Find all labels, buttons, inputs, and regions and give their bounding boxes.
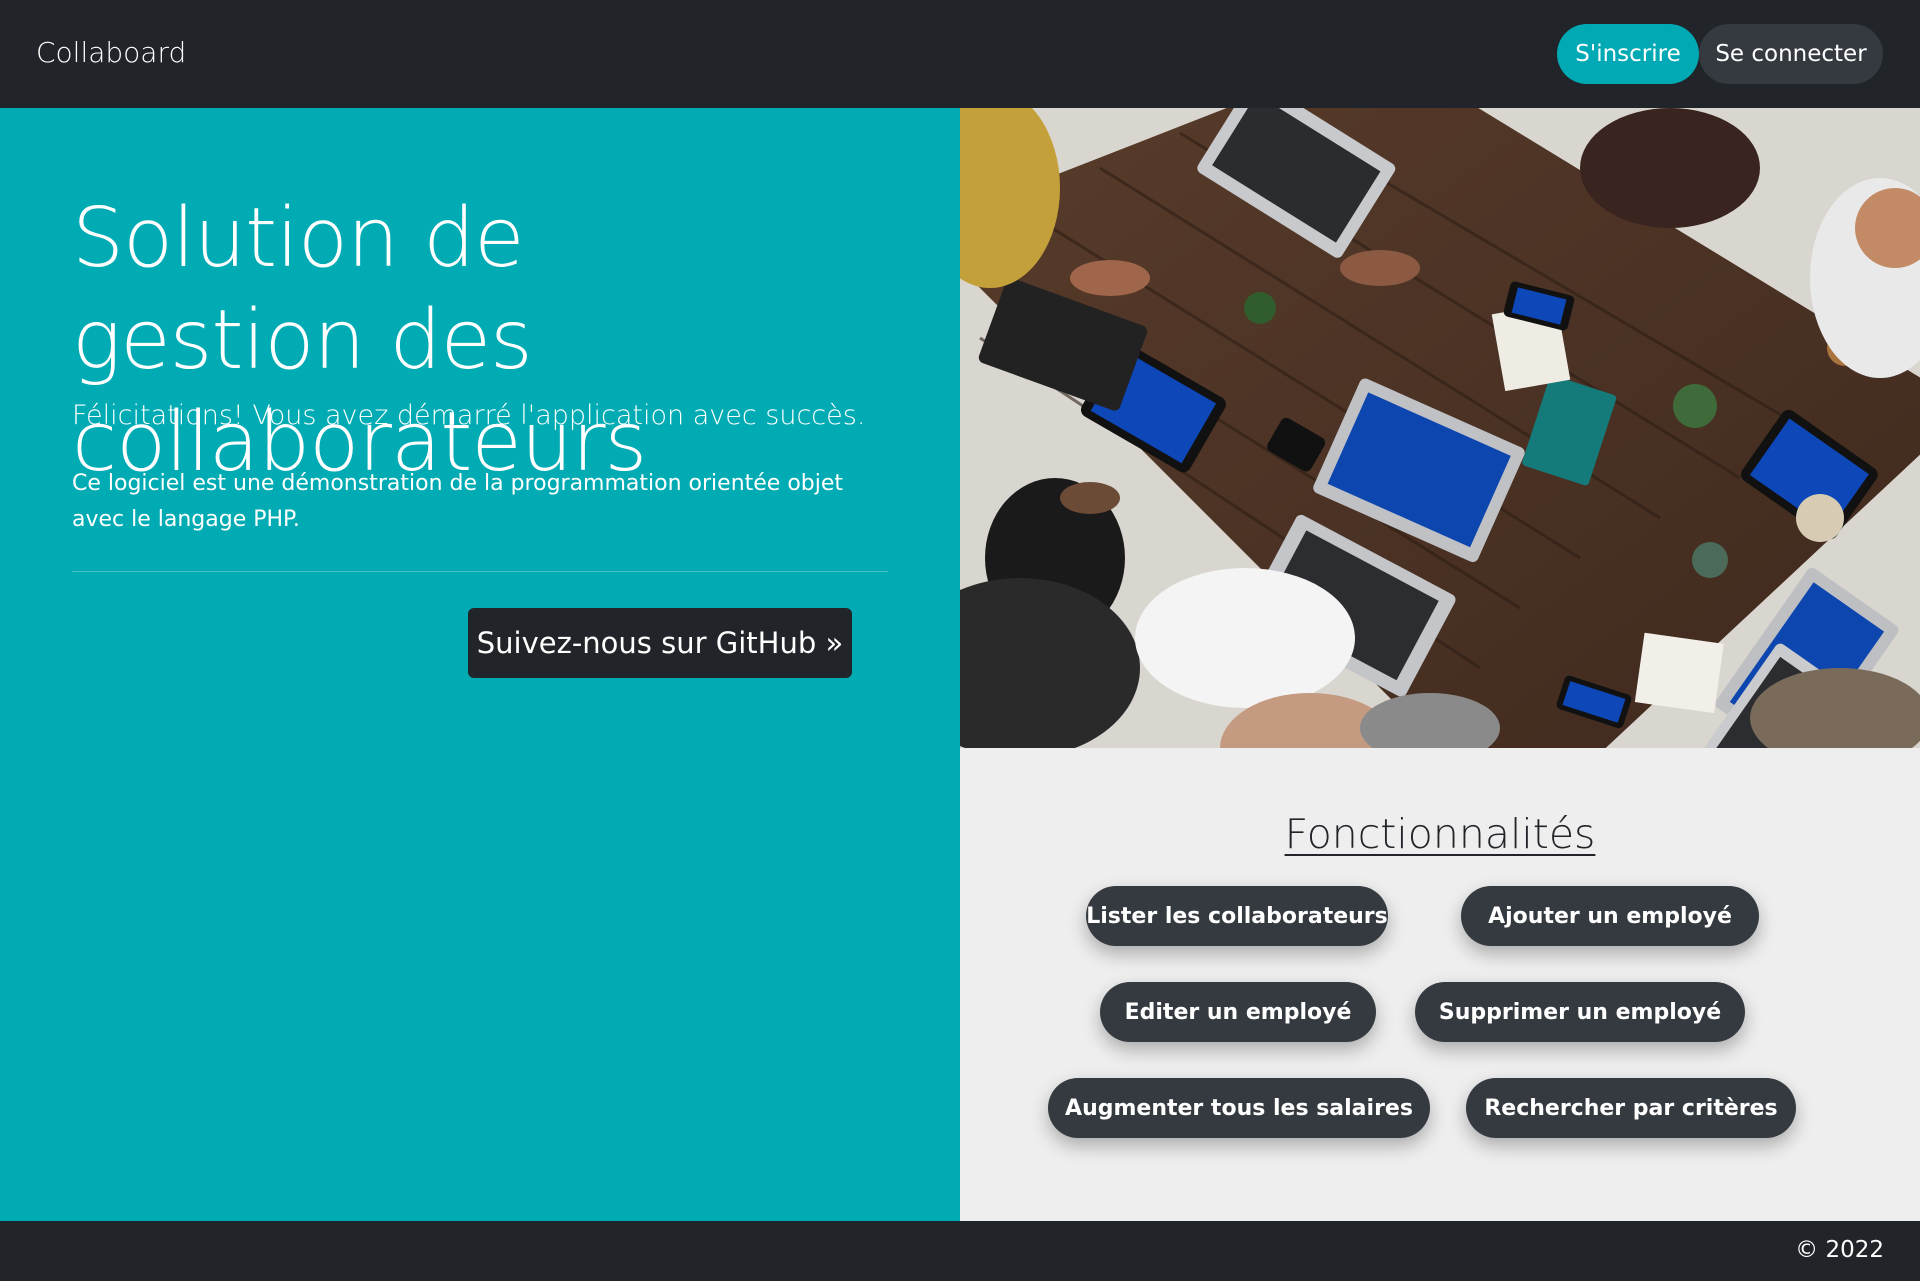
login-button[interactable]: Se connecter <box>1699 24 1883 84</box>
hero-title: Solution de gestion des collaborateurs <box>72 191 647 490</box>
hero-divider <box>72 571 888 572</box>
list-collaborators-button[interactable]: Lister les collaborateurs <box>1086 886 1388 946</box>
hero-description: Ce logiciel est une démonstration de la … <box>72 471 844 532</box>
navbar: Collaboard S'inscrire Se connecter <box>0 0 1920 108</box>
features-section: Fonctionnalités Lister les collaborateur… <box>960 748 1920 1221</box>
signup-button[interactable]: S'inscrire <box>1557 24 1699 84</box>
hero-lead: Félicitations! Vous avez démarré l'appli… <box>72 400 866 431</box>
github-button[interactable]: Suivez-nous sur GitHub » <box>468 608 852 678</box>
footer: © 2022 <box>0 1221 1920 1281</box>
features-title: Fonctionnalités <box>960 810 1920 858</box>
raise-salaries-button[interactable]: Augmenter tous les salaires <box>1048 1078 1430 1138</box>
delete-employee-button[interactable]: Supprimer un employé <box>1415 982 1745 1042</box>
edit-employee-button[interactable]: Editer un employé <box>1100 982 1376 1042</box>
search-by-criteria-button[interactable]: Rechercher par critères <box>1466 1078 1796 1138</box>
copyright-text: © 2022 <box>1795 1237 1884 1263</box>
brand-logo-link[interactable]: Collaboard <box>36 36 186 69</box>
team-meeting-photo <box>960 108 1920 748</box>
features-title-text: Fonctionnalités <box>1284 810 1596 858</box>
add-employee-button[interactable]: Ajouter un employé <box>1461 886 1759 946</box>
team-meeting-illustration <box>960 108 1920 748</box>
hero-section: Solution de gestion des collaborateurs F… <box>0 108 960 1221</box>
